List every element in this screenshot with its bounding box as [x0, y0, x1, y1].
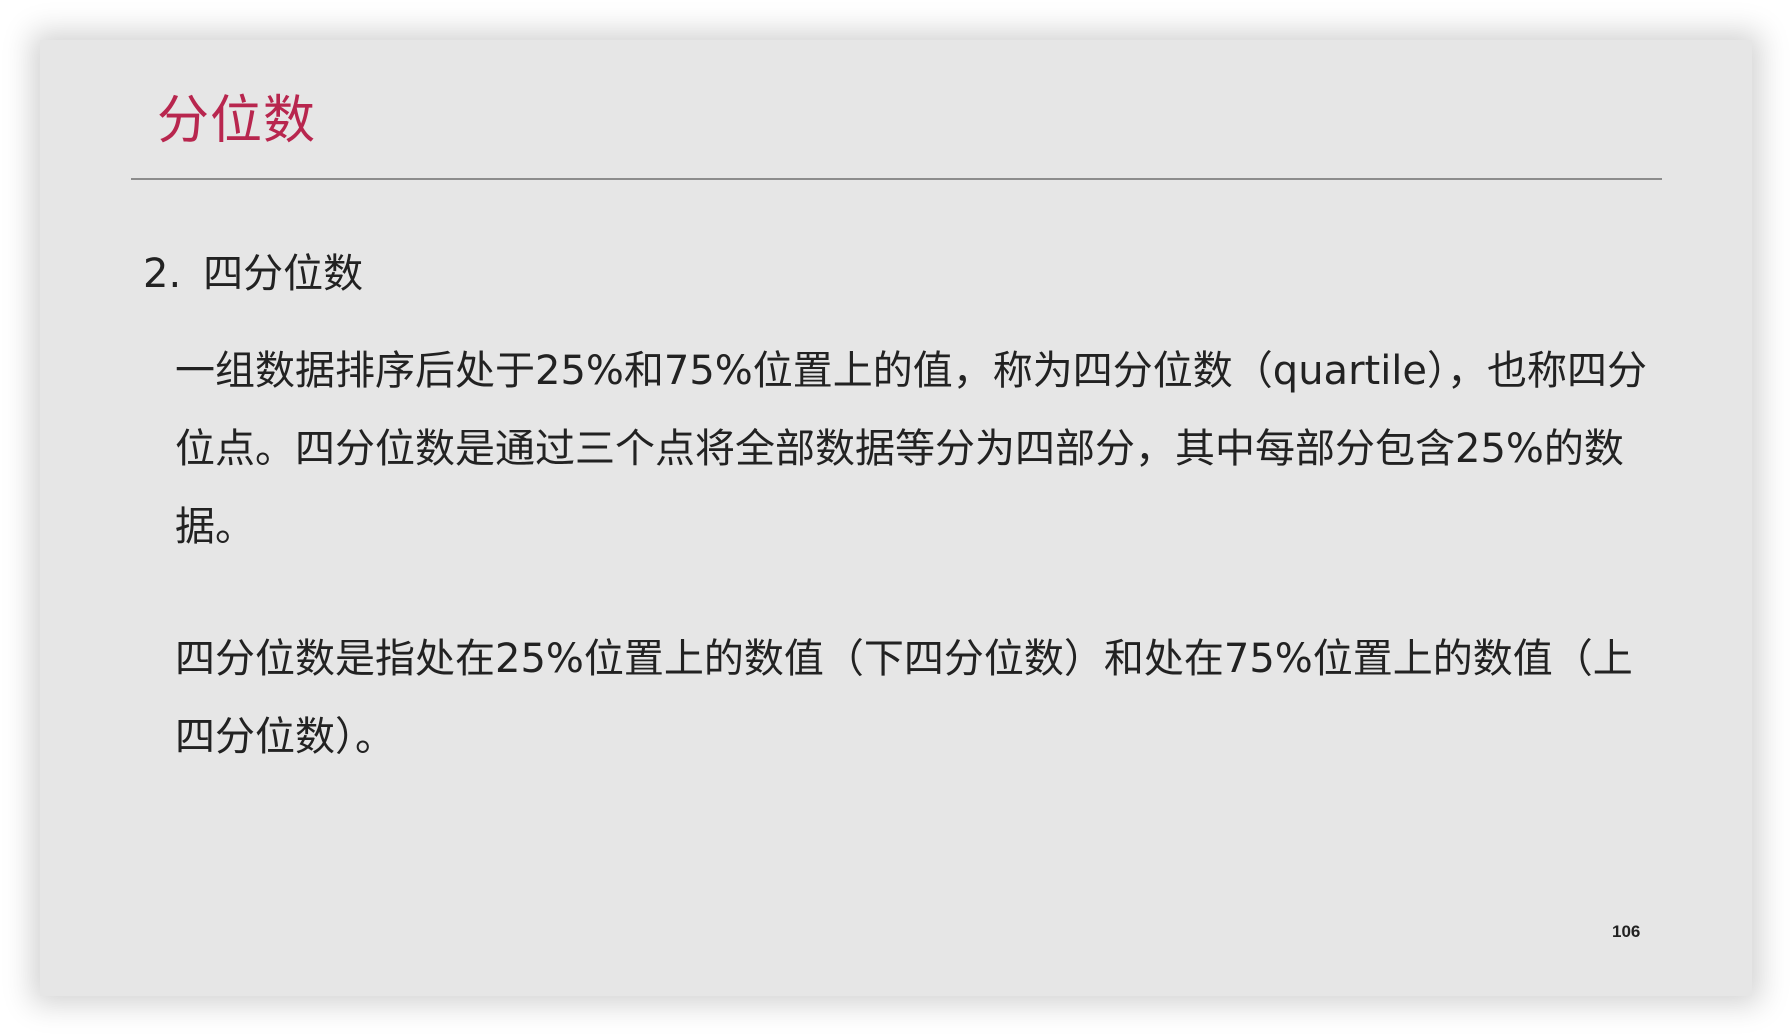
section-heading: 2. 四分位数 — [143, 248, 363, 300]
section-heading-text: 四分位数 — [203, 251, 364, 297]
slide-title: 分位数 — [157, 91, 317, 151]
definition-paragraph: 一组数据排序后处于25%和75%位置上的值，称为四分位数（quartile），也… — [175, 348, 1648, 550]
title-divider — [131, 178, 1662, 180]
section-number: 2. — [143, 251, 182, 297]
explanation-paragraph: 四分位数是指处在25%位置上的数值（下四分位数）和处在75%位置上的数值（上四分… — [175, 636, 1633, 760]
page-number: 106 — [1612, 922, 1641, 941]
slide: 分位数 2. 四分位数 一组数据排序后处于25%和75%位置上的值，称为四分位数（… — [40, 40, 1752, 996]
